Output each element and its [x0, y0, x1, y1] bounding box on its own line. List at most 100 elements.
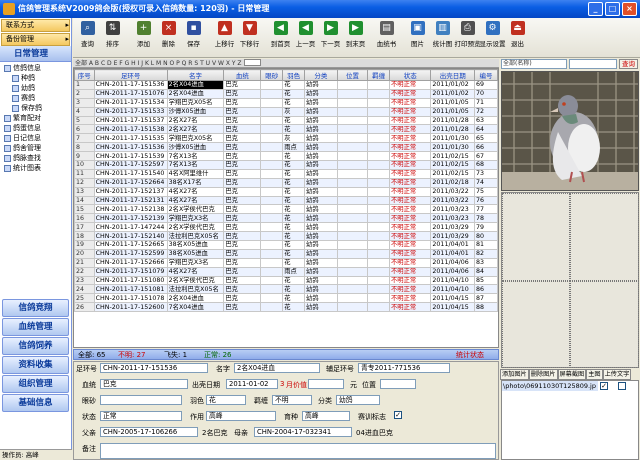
table-row[interactable]: 17 CHN-2011-17-147244 2名X学侯代巴克 巴克 花幼鸽 不明正常 201…: [74, 222, 498, 233]
table-row[interactable]: 8 CHN-2011-17-151536 沙傅X05进血 巴克 雨点 幼鸽 不明正常 2011…: [74, 142, 498, 153]
toolbar-button[interactable]: ▲ 上移行: [212, 21, 237, 57]
pos-field[interactable]: [380, 379, 416, 389]
price-field[interactable]: [308, 379, 344, 389]
race-checkbox[interactable]: ✓: [394, 411, 402, 419]
table-row[interactable]: 15 CHN-2011-17-152138 2名X学侯代巴克 巴克 花幼鸽 不明正常 201…: [74, 204, 498, 215]
nav-tree-item[interactable]: 信鸽信息: [4, 63, 71, 73]
filter-select[interactable]: 全部(名称): [501, 59, 567, 69]
grid-column-header[interactable]: 羁缠: [367, 69, 390, 81]
toolbar-button[interactable]: ▪ 保存: [181, 21, 206, 57]
grid-column-header[interactable]: 状态: [388, 69, 432, 81]
table-row[interactable]: 18 CHN-2011-17-152140 法拉利巴克X05名 巴克 花幼鸽 不明正常 20…: [74, 231, 498, 242]
table-row[interactable]: 26 CHN-2011-17-152600 7名X04进血 巴克 花幼鸽 不明正常 2011…: [74, 302, 498, 313]
grid-column-header[interactable]: 出壳日期: [430, 69, 476, 81]
aux-ring-field[interactable]: 青专2011-771536: [358, 363, 450, 373]
nav-section-button[interactable]: 信鸽竞翔: [2, 299, 69, 317]
nav-tree-item[interactable]: 日记信息: [4, 133, 71, 143]
minimize-button[interactable]: _: [588, 2, 603, 16]
maximize-button[interactable]: □: [605, 2, 620, 16]
grid-column-header[interactable]: 羽色: [282, 69, 305, 81]
nav-section-button[interactable]: 信鸽饲养: [2, 337, 69, 355]
nav-tree-item[interactable]: 赛鸽: [4, 93, 71, 103]
toolbar-button[interactable]: ◀ 到首页: [268, 21, 293, 57]
table-row[interactable]: 5 CHN-2011-17-151537 2名X27名 巴克 花幼鸽 不明正常 2011/0…: [74, 115, 498, 126]
grid-column-header[interactable]: 名字: [166, 69, 225, 81]
table-row[interactable]: 21 CHN-2011-17-152666 学翔巴克X3名 巴克 花幼鸽 不明正常 2011…: [74, 257, 498, 268]
nav-tree-item[interactable]: 鸽舍管理: [4, 143, 71, 153]
table-row[interactable]: 22 CHN-2011-17-151079 4名X27名 巴克 雨点 幼鸽 不明正常 2011…: [74, 266, 498, 277]
thumbnail-slot[interactable]: [502, 281, 570, 368]
author-field[interactable]: 高峰: [206, 411, 276, 421]
toolbar-button[interactable]: ⌕ 查询: [75, 21, 100, 57]
nav-section-button[interactable]: 基础信息: [2, 394, 69, 412]
thumbnail-slot[interactable]: [570, 193, 639, 281]
toolbar-button[interactable]: ▣ 图片: [405, 21, 430, 57]
grid-column-header[interactable]: 足环号: [93, 69, 168, 81]
table-row[interactable]: 19 CHN-2011-17-152665 38名X05进血 巴克 花幼鸽 不明正常 201…: [74, 240, 498, 250]
toolbar-button[interactable]: ⎙ 打印预览: [455, 21, 481, 57]
ring-field[interactable]: CHN-2011-17-151536: [100, 363, 208, 373]
table-row[interactable]: 25 CHN-2011-17-151078 2名X04进血 巴克 花幼鸽 不明正常 2011…: [74, 293, 498, 304]
table-row[interactable]: 3 CHN-2011-17-151534 学翔巴克X05名 巴克 花幼鸽 不明正常 2011…: [74, 97, 498, 108]
toolbar-button[interactable]: ▤ 血统书: [374, 21, 399, 57]
close-button[interactable]: ×: [622, 2, 637, 16]
table-row[interactable]: 11 CHN-2011-17-151540 4名X阿里维什 巴克 花幼鸽 不明正常 2011…: [74, 168, 498, 179]
name-field[interactable]: 2名X04进血: [234, 363, 320, 373]
nav-backup[interactable]: 备份管理 ▸: [1, 33, 70, 46]
nav-section-button[interactable]: 资料收集: [2, 356, 69, 374]
photo-list-row[interactable]: \photo\06911030T125809.jp ✓: [502, 381, 638, 391]
photo-action-button[interactable]: 添加图片: [500, 369, 529, 380]
toolbar-button[interactable]: ⇅ 排序: [100, 21, 125, 57]
photo-action-button[interactable]: 主图: [586, 369, 603, 380]
hatch-field[interactable]: 2011-01-02: [226, 379, 278, 389]
table-row[interactable]: 24 CHN-2011-17-151081 法拉利巴克X05名 巴克 花幼鸽 不明正常 20…: [74, 284, 498, 295]
table-row[interactable]: 1 CHN-2011-17-151536 2名X04进血 巴克 花幼鸽 不明正常 2011/…: [74, 80, 498, 90]
nav-section-daily[interactable]: 日常管理: [0, 46, 71, 62]
status-stats-button[interactable]: 统计状态: [456, 350, 484, 360]
nav-tree-item[interactable]: 鸽蛋信息: [4, 123, 71, 133]
eye-field[interactable]: [100, 395, 182, 405]
toolbar-button[interactable]: ⏏ 退出: [505, 21, 530, 57]
table-row[interactable]: 9 CHN-2011-17-151539 7名X13名 巴克 花幼鸽 不明正常 2011/0…: [74, 151, 498, 162]
grid-column-header[interactable]: 编号: [474, 69, 498, 81]
nav-tree-item[interactable]: 鸽脉查找: [4, 153, 71, 163]
nav-tree-item[interactable]: 保存鸽: [4, 103, 71, 113]
table-row[interactable]: 2 CHN-2011-17-151076 2名X04进血 巴克 花幼鸽 不明正常 2011/…: [74, 88, 498, 99]
photo-main-checkbox[interactable]: ✓: [600, 382, 608, 390]
alphabet-filter-bar[interactable]: 全部 A B C D E F G H I J K L M N O P Q R S…: [73, 59, 499, 68]
photo-action-button[interactable]: 屏幕截图: [557, 369, 587, 380]
thumbnail-slot[interactable]: [502, 193, 570, 281]
blood-field[interactable]: 巴克: [100, 379, 188, 389]
mother-field[interactable]: CHN-2004-17-032341: [254, 427, 352, 437]
table-row[interactable]: 12 CHN-2011-17-152664 38名X17名 巴克 花幼鸽 不明正常 2011…: [74, 177, 498, 188]
feather-field[interactable]: 花: [206, 395, 246, 405]
toolbar-button[interactable]: ◀ 上一页: [293, 21, 318, 57]
grid-column-header[interactable]: 眼砂: [260, 69, 284, 81]
nav-contact[interactable]: 联系方式 ▸: [1, 19, 70, 32]
photo-upload-checkbox[interactable]: [618, 382, 626, 390]
table-row[interactable]: 23 CHN-2011-17-151080 2名X学侯代巴克 巴克 花幼鸽 不明正常 201…: [74, 275, 498, 286]
table-row[interactable]: 20 CHN-2011-17-152599 38名X05进血 巴克 花幼鸽 不明正常 201…: [74, 248, 498, 259]
alpha-filter-box[interactable]: [243, 59, 261, 66]
grid-column-header[interactable]: 分类: [303, 69, 338, 81]
nav-tree-item[interactable]: 种鸽: [4, 73, 71, 83]
toolbar-button[interactable]: ▥ 统计图: [430, 21, 455, 57]
photo-action-button[interactable]: 删除图片: [528, 369, 558, 380]
nav-section-button[interactable]: 血统管理: [2, 318, 69, 336]
class-field[interactable]: 幼鸽: [336, 395, 380, 405]
nav-section-button[interactable]: 组织管理: [2, 375, 69, 393]
gender-field[interactable]: 不明: [272, 395, 312, 405]
grid-column-header[interactable]: 血统: [223, 69, 262, 81]
thumbnail-slot[interactable]: [570, 281, 639, 368]
note-field[interactable]: [100, 443, 496, 459]
photo-action-button[interactable]: 上传文字: [602, 369, 632, 380]
table-row[interactable]: 10 CHN-2011-17-152597 7名X13名 巴克 花幼鸽 不明正常 2011/…: [74, 160, 498, 170]
query-button[interactable]: 查询: [619, 59, 638, 69]
nav-tree-item[interactable]: 统计图表: [4, 163, 71, 173]
toolbar-button[interactable]: ⚙ 显示设置: [480, 21, 506, 57]
father-field[interactable]: CHN-2005-17-106266: [100, 427, 198, 437]
grid-column-header[interactable]: 位置: [336, 69, 369, 81]
toolbar-button[interactable]: + 添加: [131, 21, 156, 57]
table-row[interactable]: 14 CHN-2011-17-152131 4名X27名 巴克 花幼鸽 不明正常 2011/…: [74, 195, 498, 206]
toolbar-button[interactable]: ▶ 下一页: [318, 21, 343, 57]
